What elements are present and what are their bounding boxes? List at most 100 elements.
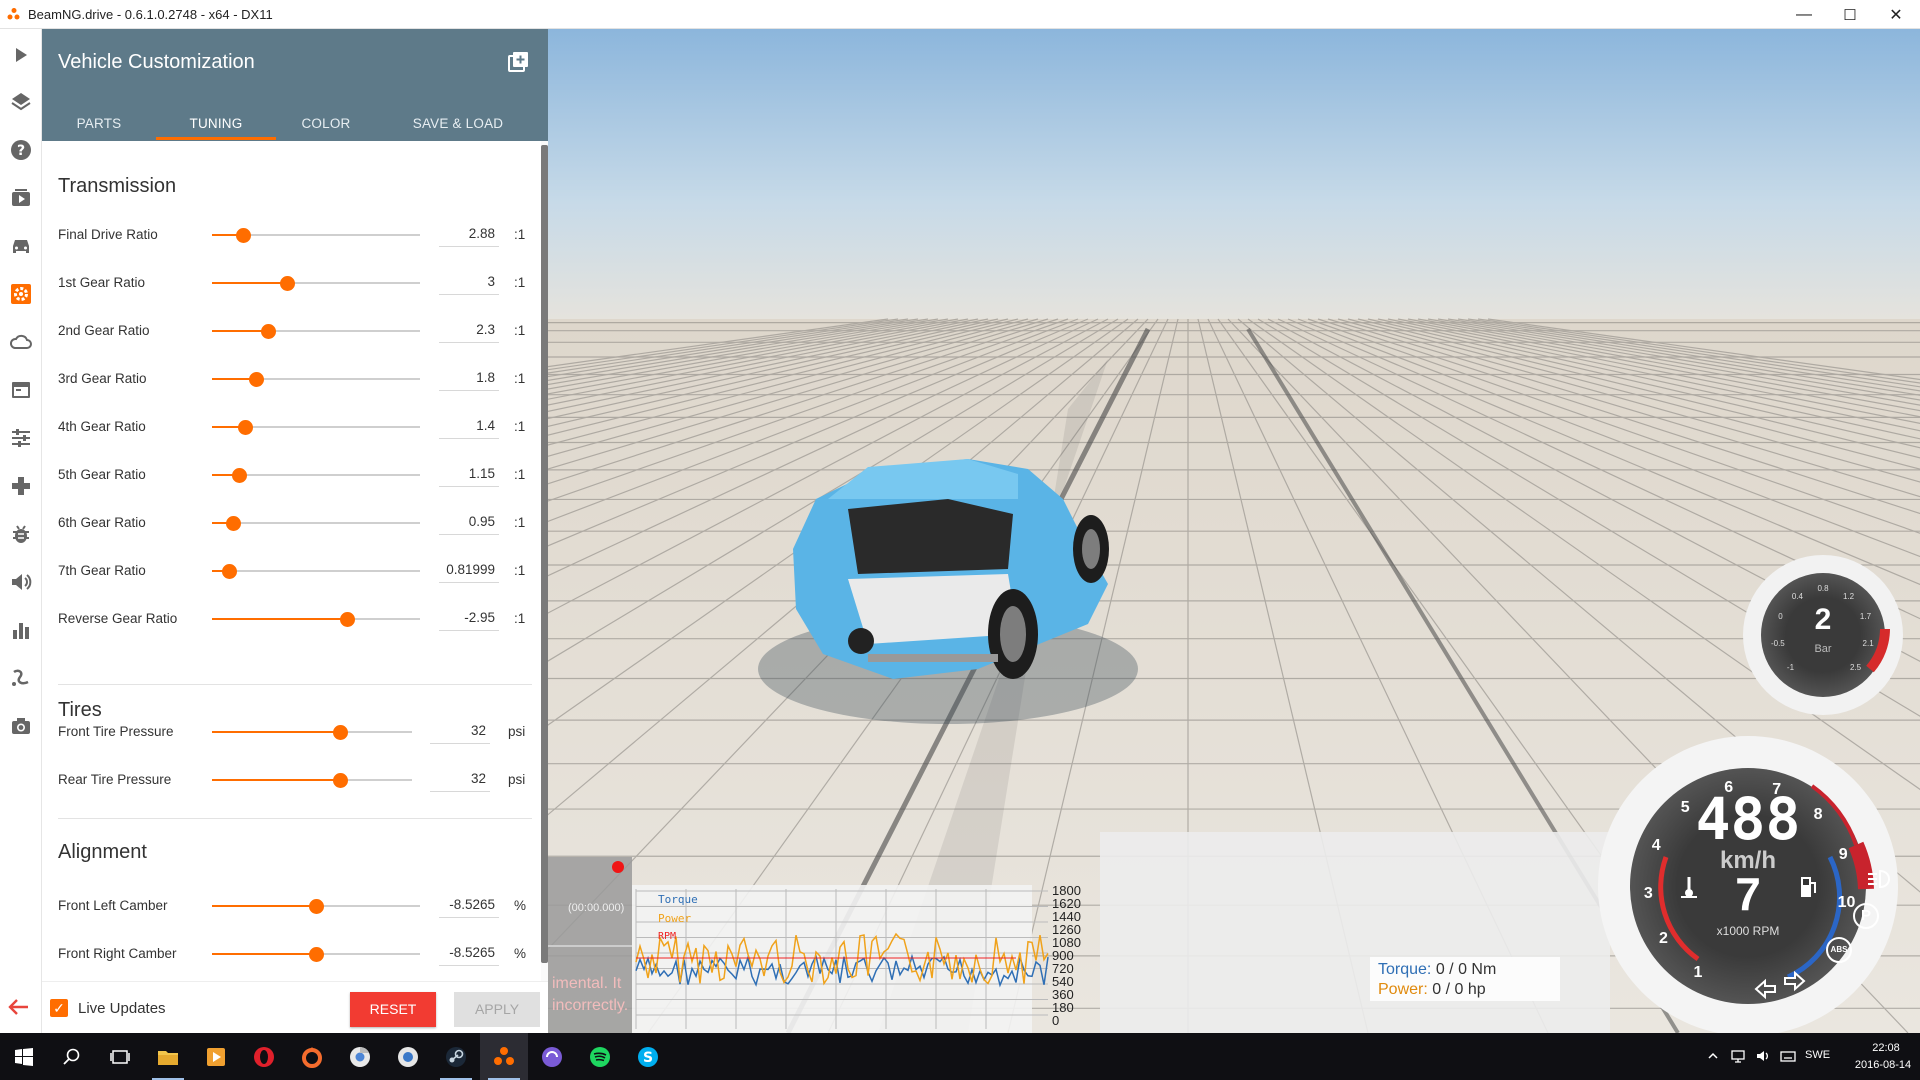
setting-slider[interactable] <box>212 321 420 341</box>
skype-icon[interactable]: S <box>624 1033 672 1080</box>
chrome-icon[interactable] <box>336 1033 384 1080</box>
setting-slider[interactable] <box>212 369 420 389</box>
task-view-icon[interactable] <box>96 1033 144 1080</box>
setting-value-input[interactable]: 2.88 <box>439 223 499 247</box>
beamng-icon[interactable] <box>480 1033 528 1080</box>
setting-slider[interactable] <box>212 513 420 533</box>
sliders-icon[interactable] <box>7 424 35 452</box>
reset-button[interactable]: RESET <box>350 992 436 1027</box>
slider-track[interactable] <box>212 570 420 572</box>
setting-value-input[interactable]: 3 <box>439 271 499 295</box>
clock-date[interactable]: 2016-08-14 <box>1850 1059 1916 1071</box>
clock-time[interactable]: 22:08 <box>1858 1042 1914 1054</box>
slider-thumb[interactable] <box>333 773 348 788</box>
layers-icon[interactable] <box>7 88 35 116</box>
setting-slider[interactable] <box>212 465 420 485</box>
slider-thumb[interactable] <box>309 947 324 962</box>
gamepad-icon[interactable] <box>7 472 35 500</box>
setting-value-input[interactable]: 2.3 <box>439 319 499 343</box>
slider-track[interactable] <box>212 522 420 524</box>
icon-rail: ? <box>0 29 42 1033</box>
slider-thumb[interactable] <box>236 228 252 243</box>
setting-slider[interactable] <box>212 896 420 916</box>
search-icon[interactable] <box>48 1033 96 1080</box>
opera-icon[interactable] <box>240 1033 288 1080</box>
panel-title: Vehicle Customization <box>58 51 255 73</box>
svg-text:?: ? <box>17 143 25 159</box>
slider-thumb[interactable] <box>309 899 324 914</box>
camera-icon[interactable] <box>7 712 35 740</box>
app-icon[interactable] <box>528 1033 576 1080</box>
live-updates-checkbox[interactable]: ✓ <box>50 999 68 1017</box>
slider-thumb[interactable] <box>279 276 295 291</box>
add-window-icon[interactable] <box>506 50 530 74</box>
setting-value-input[interactable]: 1.15 <box>439 463 499 487</box>
slider-thumb[interactable] <box>221 564 237 579</box>
bar-chart-icon[interactable] <box>7 616 35 644</box>
maximize-button[interactable]: ☐ <box>1827 0 1873 29</box>
setting-slider[interactable] <box>212 609 420 629</box>
setting-value-input[interactable]: -2.95 <box>439 607 499 631</box>
volume-tray-icon[interactable] <box>1755 1048 1771 1064</box>
setting-value-input[interactable]: 1.8 <box>439 367 499 391</box>
origin-icon[interactable] <box>288 1033 336 1080</box>
slider-thumb[interactable] <box>248 372 264 387</box>
setting-slider[interactable] <box>212 770 412 790</box>
setting-value-input[interactable]: 32 <box>430 720 490 744</box>
volume-icon[interactable] <box>7 568 35 596</box>
network-icon[interactable] <box>1730 1048 1746 1064</box>
slider-thumb[interactable] <box>238 420 254 435</box>
setting-slider[interactable] <box>212 225 420 245</box>
setting-value-input[interactable]: 0.95 <box>439 511 499 535</box>
setting-slider[interactable] <box>212 417 420 437</box>
rpm-unit: x1000 RPM <box>1716 924 1780 938</box>
setting-slider[interactable] <box>212 944 420 964</box>
file-explorer-icon[interactable] <box>144 1033 192 1080</box>
cloud-icon[interactable] <box>7 328 35 356</box>
start-icon[interactable] <box>0 1033 48 1080</box>
play-icon[interactable] <box>7 41 35 69</box>
setting-label: 7th Gear Ratio <box>58 563 146 578</box>
game-viewport[interactable]: (00:00.000) imental. It incorrectly. Tor… <box>548 29 1920 1033</box>
slider-thumb[interactable] <box>232 468 248 483</box>
minimize-button[interactable]: — <box>1781 0 1827 29</box>
window-icon[interactable] <box>7 376 35 404</box>
setting-value-input[interactable]: -8.5265 <box>439 942 499 966</box>
route-icon[interactable] <box>7 664 35 692</box>
slider-thumb[interactable] <box>333 725 348 740</box>
close-button[interactable]: ✕ <box>1873 0 1919 29</box>
boost-unit: Bar <box>1814 643 1832 655</box>
slider-thumb[interactable] <box>225 516 241 531</box>
tab-save-load[interactable]: SAVE & LOAD <box>376 107 540 141</box>
tab-parts[interactable]: PARTS <box>42 107 156 141</box>
setting-slider[interactable] <box>212 561 420 581</box>
slider-thumb[interactable] <box>261 324 277 339</box>
setting-value-input[interactable]: 1.4 <box>439 415 499 439</box>
apply-button[interactable]: APPLY <box>454 992 540 1027</box>
tuning-content[interactable]: Transmission Final Drive Ratio 2.88:1 1st … <box>42 141 548 981</box>
setting-slider[interactable] <box>212 722 412 742</box>
gear-icon[interactable] <box>7 280 35 308</box>
panel-scrollbar-thumb[interactable] <box>541 145 548 963</box>
slider-fill <box>212 905 316 907</box>
back-arrow-icon[interactable] <box>6 994 32 1020</box>
input-language[interactable]: SWE <box>1805 1049 1830 1061</box>
setting-slider[interactable] <box>212 273 420 293</box>
tab-tuning[interactable]: TUNING <box>156 107 276 141</box>
uplay-icon[interactable] <box>384 1033 432 1080</box>
keyboard-icon[interactable] <box>1780 1048 1796 1064</box>
spotify-icon[interactable] <box>576 1033 624 1080</box>
setting-value-input[interactable]: 32 <box>430 768 490 792</box>
media-icon[interactable] <box>7 184 35 212</box>
media-player-icon[interactable] <box>192 1033 240 1080</box>
car-icon[interactable] <box>7 232 35 260</box>
setting-value-input[interactable]: -8.5265 <box>439 894 499 918</box>
tray-chevron-icon[interactable] <box>1707 1050 1719 1062</box>
bug-icon[interactable] <box>7 520 35 548</box>
steam-icon[interactable] <box>432 1033 480 1080</box>
beamng-logo-icon <box>7 8 20 20</box>
help-icon[interactable]: ? <box>7 136 35 164</box>
tab-color[interactable]: COLOR <box>276 107 376 141</box>
slider-thumb[interactable] <box>340 612 356 627</box>
setting-value-input[interactable]: 0.81999 <box>439 559 499 583</box>
